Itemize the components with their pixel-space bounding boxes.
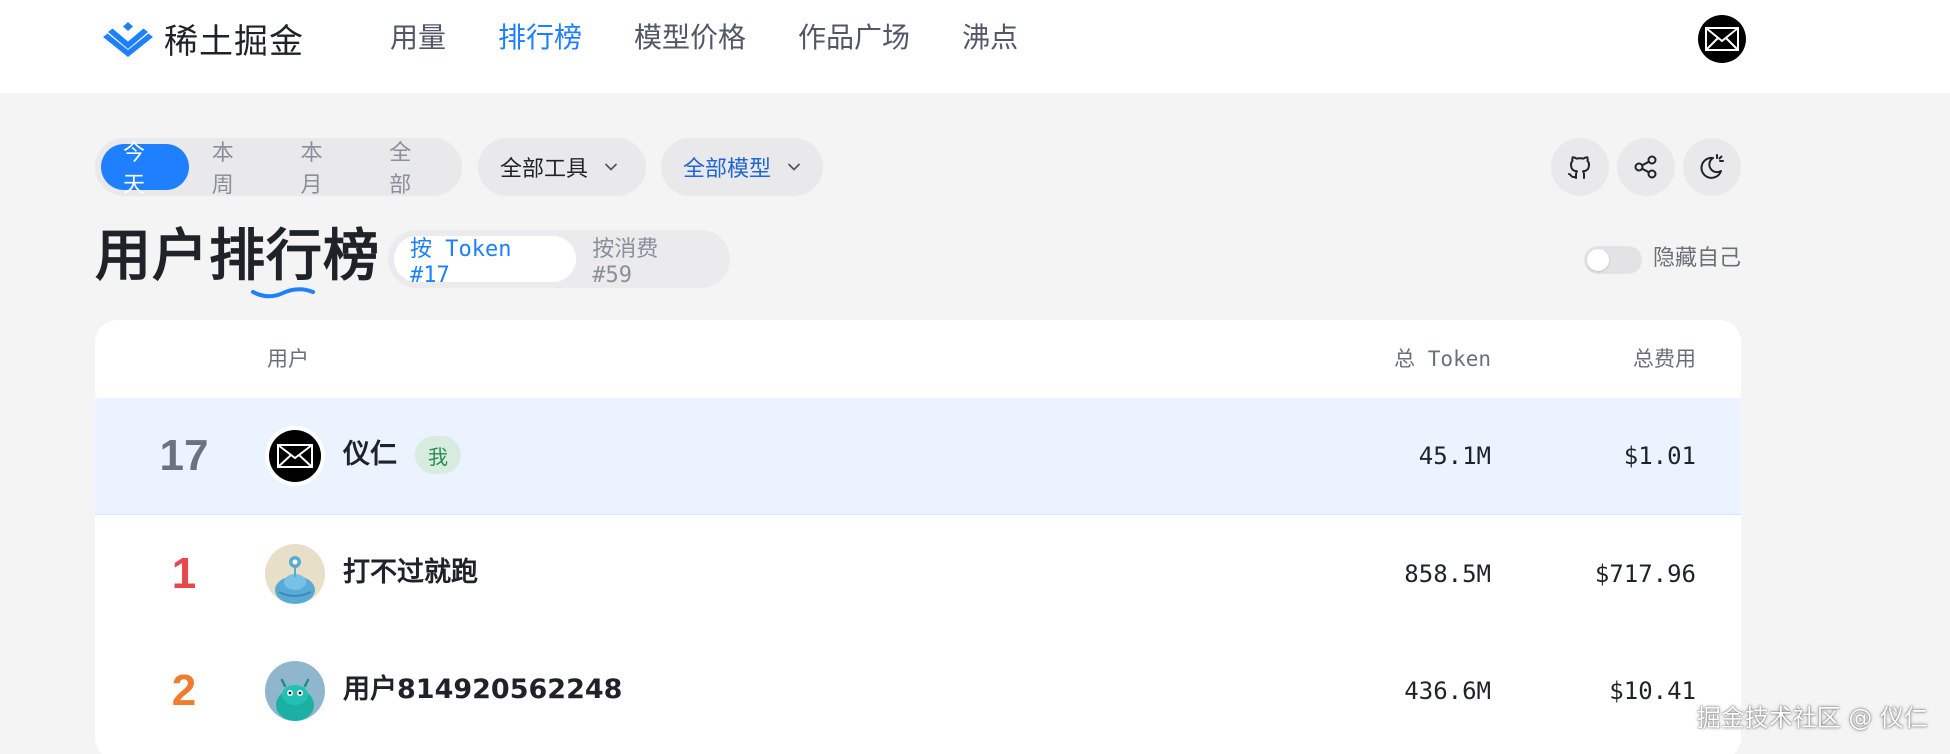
period-month[interactable]: 本月 (279, 141, 367, 198)
user-name[interactable]: 打不过就跑 (343, 554, 478, 592)
envelope-icon (1705, 27, 1739, 51)
main-nav: 用量 排行榜 模型价格 作品广场 沸点 (390, 18, 1070, 58)
token-total: 858.5M (1404, 560, 1491, 588)
hide-self-label: 隐藏自己 (1653, 246, 1742, 271)
chevron-down-icon (788, 163, 800, 171)
period-all[interactable]: 全部 (367, 141, 455, 198)
rank-number: 2 (171, 666, 197, 715)
share-icon (1634, 155, 1657, 179)
cost-total: $10.41 (1609, 677, 1696, 705)
tools-dropdown[interactable]: 全部工具 (478, 138, 646, 196)
table-row-self[interactable]: 17 仪仁 我 45.1M $1.01 (95, 398, 1741, 515)
nav-usage[interactable]: 用量 (390, 18, 446, 58)
user-name[interactable]: 仪仁 (343, 436, 397, 474)
column-tokens: 总 Token (1394, 347, 1491, 371)
page-title: 用户排行榜 (95, 224, 380, 289)
nav-leaderboard[interactable]: 排行榜 (498, 18, 582, 58)
user-avatar[interactable] (1698, 15, 1746, 63)
table-header: 用户 总 Token 总费用 (95, 320, 1741, 397)
github-button[interactable] (1551, 138, 1609, 196)
toggle-knob (1587, 249, 1609, 271)
sort-by-cost[interactable]: 按消费 #59 (576, 236, 724, 288)
avatar (265, 426, 325, 486)
avatar (265, 544, 325, 604)
monster-avatar-image (275, 556, 315, 604)
brand-logo[interactable]: 稀土掘金 (102, 18, 304, 62)
cost-total: $717.96 (1594, 560, 1696, 588)
top-navbar: 稀土掘金 用量 排行榜 模型价格 作品广场 沸点 (0, 0, 1950, 93)
period-selector: 今天 本周 本月 全部 (95, 138, 462, 198)
token-total: 45.1M (1418, 442, 1491, 470)
monster-avatar-image (276, 678, 314, 721)
brand-name: 稀土掘金 (164, 21, 304, 62)
column-user: 用户 (267, 347, 309, 371)
tools-dropdown-label: 全部工具 (500, 157, 589, 182)
rank-number: 1 (171, 549, 197, 598)
period-today[interactable]: 今天 (101, 141, 189, 198)
sort-selector: 按 Token #17 按消费 #59 (388, 230, 730, 288)
cost-total: $1.01 (1623, 442, 1696, 470)
github-icon (1568, 156, 1590, 179)
juejin-logo-icon (103, 22, 153, 57)
share-button[interactable] (1617, 138, 1675, 196)
sort-by-token[interactable]: 按 Token #17 (394, 236, 577, 288)
column-cost: 总费用 (1633, 347, 1696, 371)
models-dropdown[interactable]: 全部模型 (661, 138, 823, 196)
leaderboard-table: 用户 总 Token 总费用 17 仪仁 我 45.1M $1.01 1 打不过… (95, 320, 1741, 754)
envelope-icon (277, 444, 313, 468)
nav-showcase[interactable]: 作品广场 (798, 18, 910, 58)
avatar (265, 661, 325, 721)
period-week[interactable]: 本周 (190, 141, 278, 198)
token-total: 436.6M (1404, 677, 1491, 705)
models-dropdown-label: 全部模型 (683, 157, 772, 182)
table-row[interactable]: 2 用户814920562248 436.6M $10.41 (95, 633, 1741, 750)
chevron-down-icon (605, 163, 617, 171)
table-row[interactable]: 1 打不过就跑 858.5M $717.96 (95, 516, 1741, 633)
nav-pins[interactable]: 沸点 (962, 18, 1018, 58)
theme-icon (1700, 154, 1724, 179)
self-badge: 我 (415, 436, 461, 474)
theme-toggle-button[interactable] (1683, 138, 1741, 196)
nav-model-pricing[interactable]: 模型价格 (634, 18, 746, 58)
hide-self-toggle[interactable] (1584, 246, 1642, 274)
user-name[interactable]: 用户814920562248 (343, 671, 622, 709)
rank-number: 17 (159, 431, 209, 480)
watermark: 掘金技术社区 @ 仪仁 (1696, 704, 1928, 732)
title-underline-decoration (251, 287, 315, 299)
